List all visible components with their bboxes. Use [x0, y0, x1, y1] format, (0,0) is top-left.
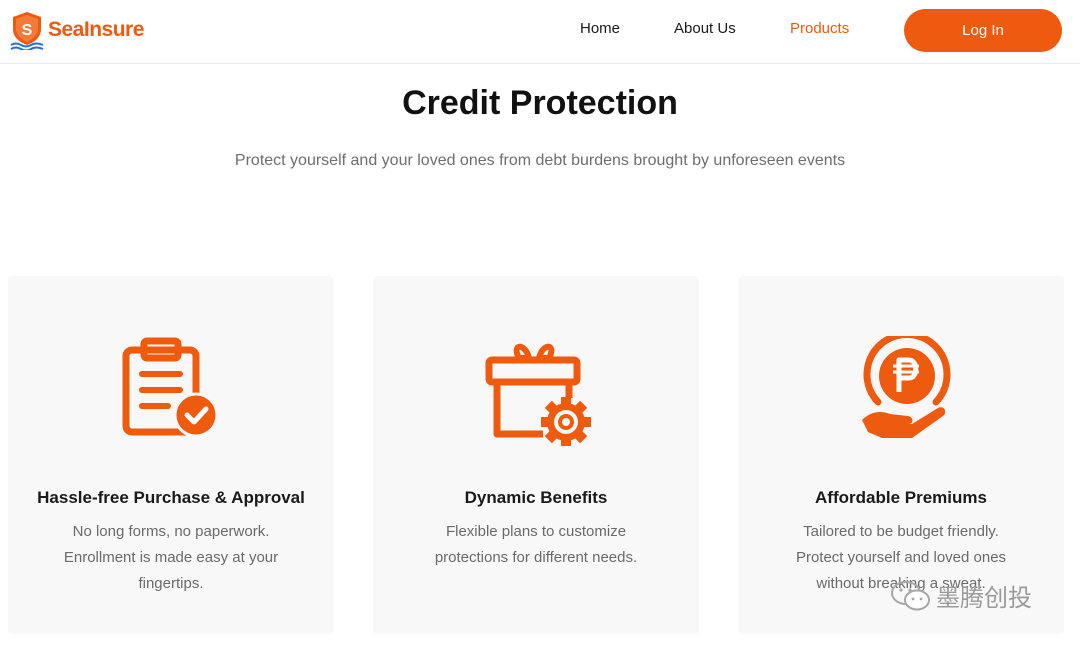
nav-about-link[interactable]: About Us [674, 20, 736, 37]
gift-gear-icon [485, 343, 591, 446]
feature-card-benefits: Dynamic Benefits Flexible plans to custo… [373, 276, 699, 634]
card-description-line: Tailored to be budget friendly. [803, 523, 999, 540]
wechat-icon [891, 580, 930, 610]
page-title: Credit Protection [402, 84, 678, 122]
card-description-line: fingertips. [138, 575, 204, 592]
card-description-line: protections for different needs. [434, 549, 638, 566]
feature-card-purchase: Hassle-free Purchase & Approval No long … [8, 276, 334, 634]
clipboard-check-icon [122, 337, 219, 438]
card-description: No long forms, no paperwork. Enrollment … [44, 519, 298, 597]
login-button[interactable]: Log In [904, 9, 1062, 52]
card-title: Affordable Premiums [815, 488, 987, 507]
nav-home-link[interactable]: Home [580, 20, 620, 37]
logo-letter: S [22, 22, 33, 39]
watermark-text: 墨腾创投 [936, 585, 1032, 612]
wechat-watermark: 墨腾创投 [890, 578, 1032, 613]
shield-logo-icon: S [10, 12, 44, 50]
card-title: Hassle-free Purchase & Approval [37, 488, 305, 507]
brand-name: SeaInsure [48, 18, 144, 41]
card-title: Dynamic Benefits [464, 488, 608, 507]
page-subtitle: Protect yourself and your loved ones fro… [234, 152, 846, 169]
card-description-line: Flexible plans to customize [445, 523, 627, 540]
card-description-line: No long forms, no paperwork. [72, 523, 270, 540]
card-description-line: Enrollment is made easy at your [63, 549, 279, 566]
card-description-line: Protect yourself and loved ones [795, 549, 1007, 566]
peso-hand-icon [862, 336, 951, 438]
card-description: Flexible plans to customize protections … [409, 519, 663, 571]
brand-logo[interactable]: S SeaInsure [10, 10, 144, 50]
nav-products-link[interactable]: Products [790, 20, 849, 37]
navbar: S SeaInsure Home About Us Products Log I… [0, 0, 1080, 64]
